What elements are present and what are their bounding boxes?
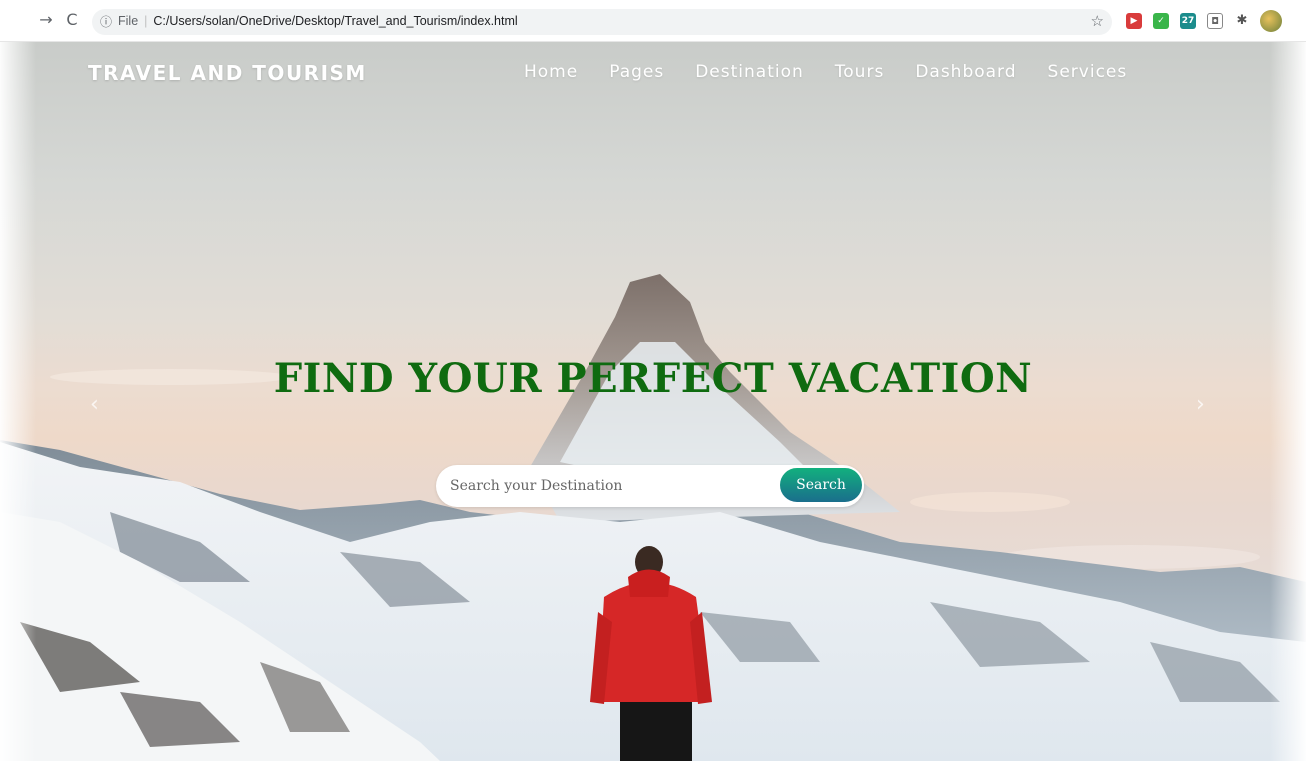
bookmark-star-icon[interactable]: ☆: [1091, 12, 1104, 30]
nav-destination[interactable]: Destination: [695, 62, 804, 82]
browser-toolbar: → C ⓘ File | C:/Users/solan/OneDrive/Deskt…: [0, 0, 1306, 42]
address-scheme: File: [118, 14, 139, 28]
info-icon[interactable]: ⓘ: [100, 13, 112, 30]
calendar-extension-icon[interactable]: 27: [1180, 13, 1196, 29]
reload-icon[interactable]: C: [62, 10, 82, 30]
address-url: C:/Users/solan/OneDrive/Desktop/Travel_a…: [153, 14, 518, 28]
site-logo[interactable]: TRAVEL AND TOURISM: [88, 61, 367, 85]
avatar[interactable]: [1260, 10, 1282, 32]
nav-services[interactable]: Services: [1048, 62, 1128, 82]
nav-pages[interactable]: Pages: [609, 62, 664, 82]
back-arrow-icon[interactable]: →: [36, 10, 56, 30]
puzzle-icon[interactable]: ✱: [1234, 13, 1250, 29]
nav-tours[interactable]: Tours: [835, 62, 885, 82]
search-form: Search: [436, 465, 864, 507]
shield-extension-icon[interactable]: ✓: [1153, 13, 1169, 29]
extension-icon[interactable]: ▶: [1126, 13, 1142, 29]
nav-home[interactable]: Home: [524, 62, 578, 82]
nav-dashboard[interactable]: Dashboard: [915, 62, 1016, 82]
address-bar[interactable]: ⓘ File | C:/Users/solan/OneDrive/Desktop/T…: [92, 9, 1112, 35]
main-nav: Home Pages Destination Tours Dashboard S…: [524, 62, 1158, 82]
hero-headline: FIND YOUR PERFECT VACATION: [273, 355, 1033, 402]
search-button[interactable]: Search: [778, 466, 864, 504]
camera-icon[interactable]: ◘: [1207, 13, 1223, 29]
hero-section: TRAVEL AND TOURISM Home Pages Destinatio…: [0, 42, 1306, 761]
